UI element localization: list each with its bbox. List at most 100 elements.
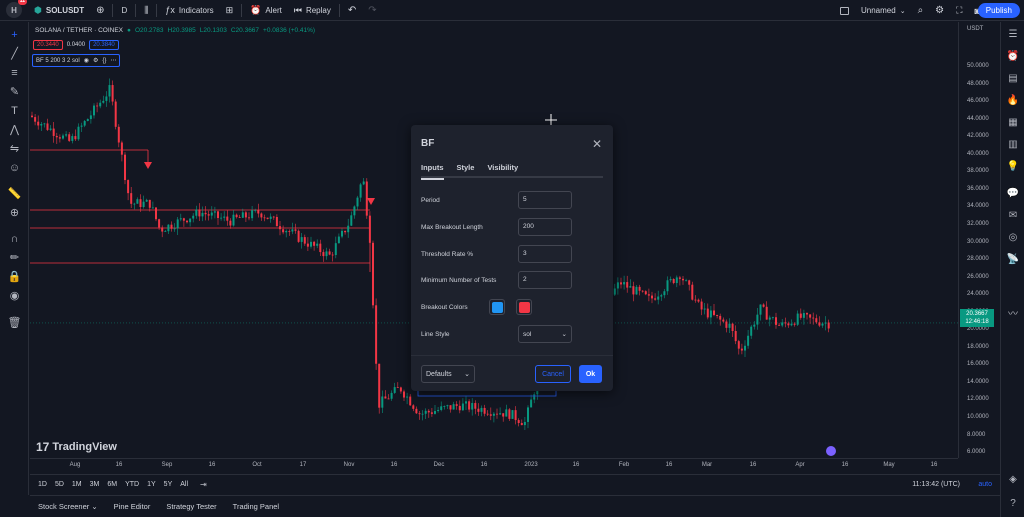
period-input[interactable]: 5	[518, 191, 572, 209]
threshold-input[interactable]: 3	[518, 245, 572, 263]
defaults-dropdown[interactable]: Defaults ⌄	[421, 365, 475, 383]
time-tick: 16	[480, 462, 488, 468]
publish-button[interactable]: Publish	[977, 3, 1020, 18]
stay-drawing-icon[interactable]: ✏	[7, 251, 22, 266]
crosshair-icon[interactable]: +	[7, 28, 22, 43]
range-5d-button[interactable]: 5D	[51, 481, 68, 488]
prediction-icon[interactable]: ⇋	[7, 142, 22, 157]
settings-button[interactable]: ⚙	[929, 0, 950, 21]
redo-button[interactable]: ↷	[362, 0, 382, 21]
source-code-icon[interactable]: {}	[102, 58, 106, 64]
bottom-tab[interactable]: Trading Panel	[225, 502, 287, 511]
events-icon[interactable]	[826, 446, 836, 456]
alerts-icon[interactable]: ⏰	[1006, 50, 1020, 64]
breakout-down-color-swatch[interactable]	[516, 299, 532, 315]
tradingview-logo[interactable]: 17 TradingView	[36, 440, 117, 454]
streams-icon[interactable]: ◎	[1006, 231, 1020, 245]
help-icon[interactable]: ?	[1006, 497, 1020, 511]
hotlist-icon[interactable]: 🔥	[1006, 94, 1020, 108]
magnet-icon[interactable]: ∩	[7, 232, 22, 247]
interval-button[interactable]: D	[115, 0, 133, 21]
line-style-select[interactable]: sol ⌄	[518, 325, 572, 343]
currency-label[interactable]: USDT	[967, 26, 983, 32]
threshold-row: Threshold Rate % 3	[421, 245, 603, 263]
messages-icon[interactable]: ✉	[1006, 209, 1020, 223]
candle-body	[347, 225, 350, 233]
max-breakout-input[interactable]: 200	[518, 218, 572, 236]
tab-style[interactable]: Style	[457, 163, 475, 176]
indicators-button[interactable]: ƒx Indicators	[159, 0, 219, 21]
candle-body	[164, 231, 167, 232]
trend-line-icon[interactable]: ╱	[7, 47, 22, 62]
candle-body	[533, 394, 536, 400]
bottom-tab[interactable]: Strategy Tester	[158, 502, 224, 511]
more-icon[interactable]: ⋯	[110, 57, 116, 64]
candle-body	[306, 243, 309, 247]
candle-body	[530, 399, 533, 408]
range-ytd-button[interactable]: YTD	[121, 481, 143, 488]
gear-icon[interactable]: ⚙	[93, 57, 98, 64]
trash-icon[interactable]: 🗑	[7, 316, 22, 331]
ruler-icon[interactable]: 📏	[7, 187, 22, 202]
fullscreen-button[interactable]: ⛶	[950, 0, 968, 21]
time-axis[interactable]: Aug 16 Sep 16 Oct 17 Nov 16 Dec 16 2023 16 Feb 16 Mar 1…	[30, 458, 958, 472]
timezone-clock[interactable]: 11:13:42 (UTC)	[912, 481, 960, 488]
pattern-icon[interactable]: ⋀	[7, 123, 22, 138]
compare-button[interactable]: ⊕	[90, 0, 110, 21]
bottom-tab[interactable]: Stock Screener ⌄	[30, 502, 106, 511]
eye-icon[interactable]: ◉	[84, 57, 89, 64]
range-3m-button[interactable]: 3M	[86, 481, 104, 488]
price-tick: 18.0000	[967, 343, 989, 350]
tab-inputs[interactable]: Inputs	[421, 163, 444, 180]
ideas-icon[interactable]: 💡	[1006, 160, 1020, 174]
range-5y-button[interactable]: 5Y	[160, 481, 177, 488]
trading-panel-icon[interactable]: 〰	[1006, 308, 1020, 322]
undo-button[interactable]: ↶	[342, 0, 362, 21]
range-6m-button[interactable]: 6M	[103, 481, 121, 488]
tab-visibility[interactable]: Visibility	[487, 163, 518, 176]
range-1m-button[interactable]: 1M	[68, 481, 86, 488]
watchlist-icon[interactable]: ☰	[1006, 28, 1020, 42]
layout-icon	[840, 6, 849, 15]
divider	[241, 3, 243, 17]
zoom-in-icon[interactable]: ⊕	[7, 206, 22, 221]
chart-type-button[interactable]: ⫼	[138, 0, 154, 21]
layers-icon[interactable]: ◈	[1006, 473, 1020, 487]
chat-icon[interactable]: 💬	[1006, 187, 1020, 201]
calendar-icon[interactable]: ▦	[1006, 116, 1020, 130]
layout-menu[interactable]: Unnamed ⌄	[834, 0, 912, 21]
min-tests-input[interactable]: 2	[518, 271, 572, 289]
eye-icon[interactable]: ◉	[7, 289, 22, 304]
ok-button[interactable]: Ok	[579, 365, 602, 383]
range-1y-button[interactable]: 1Y	[143, 481, 160, 488]
close-icon[interactable]: ✕	[592, 137, 602, 151]
alert-button[interactable]: ⏰ Alert	[244, 0, 288, 21]
brush-icon[interactable]: ✎	[7, 85, 22, 100]
quick-search-button[interactable]: ⌕	[912, 0, 930, 21]
avatar[interactable]: H 11	[6, 0, 27, 18]
price-axis[interactable]: USDT 50.0000 48.0000 46.0000 44.0000 42.0000…	[958, 22, 1000, 458]
chevron-down-icon: ⌄	[89, 502, 98, 511]
broadcast-icon[interactable]: 📡	[1006, 253, 1020, 267]
range-all-button[interactable]: All	[176, 481, 192, 488]
buy-button[interactable]: 20.3840	[89, 40, 119, 50]
emoji-icon[interactable]: ☺	[7, 161, 22, 176]
replay-button[interactable]: ⏮ Replay	[288, 0, 337, 21]
text-icon[interactable]: T	[7, 104, 22, 119]
bottom-tab[interactable]: Pine Editor	[106, 502, 159, 511]
series-legend[interactable]: SOLANA / TETHER · COINEX ● O20.2783 H20.…	[35, 27, 315, 34]
symbol-search[interactable]: ⬢ SOLUSDT	[28, 0, 90, 21]
data-window-icon[interactable]: ▤	[1006, 72, 1020, 86]
news-icon[interactable]: ▥	[1006, 138, 1020, 152]
breakout-up-color-swatch[interactable]	[489, 299, 505, 315]
user-menu[interactable]: H 11	[0, 0, 28, 21]
templates-button[interactable]: ⊞	[220, 0, 240, 21]
fib-retracement-icon[interactable]: ≡	[7, 66, 22, 81]
cancel-button[interactable]: Cancel	[535, 365, 571, 383]
auto-scale-button[interactable]: auto	[978, 481, 992, 488]
sell-button[interactable]: 20.3440	[33, 40, 63, 50]
lock-icon[interactable]: 🔒	[7, 270, 22, 285]
goto-date-icon[interactable]: ⇥	[200, 480, 207, 489]
range-1d-button[interactable]: 1D	[34, 481, 51, 488]
indicator-legend[interactable]: BF 5 200 3 2 sol ◉ ⚙ {} ⋯	[32, 54, 121, 67]
